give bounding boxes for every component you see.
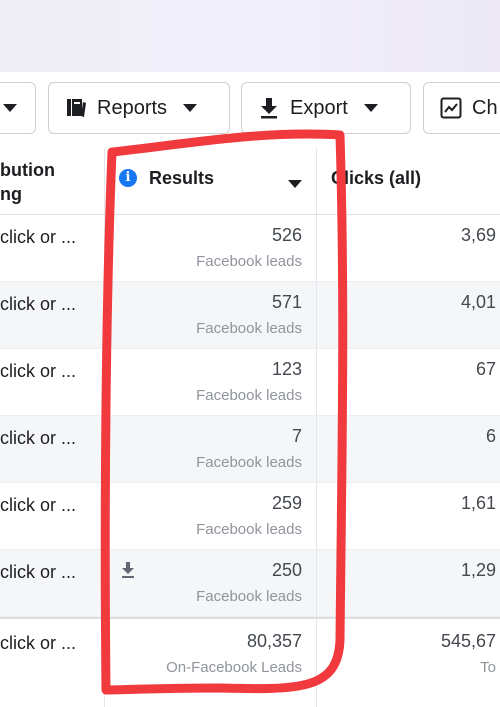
caret-down-icon (3, 104, 17, 112)
table-row[interactable]: click or ... 571 Facebook leads 4,01 (0, 282, 500, 349)
clicks-value: 1,61 (460, 493, 496, 513)
result-value: 250 (271, 560, 302, 580)
toolbar: Reports Export Ch (0, 72, 500, 148)
result-type: Facebook leads (196, 454, 302, 471)
attribution-cell: click or ... (0, 562, 77, 582)
header-results[interactable]: i Results (104, 148, 317, 214)
dropdown-button[interactable] (0, 82, 36, 134)
attribution-cell: click or ... (0, 361, 77, 381)
attribution-cell: click or ... (0, 227, 77, 247)
header-clicks-label: Clicks (all) (331, 168, 422, 188)
header-clicks[interactable]: Clicks (all) (317, 148, 500, 214)
result-type: Facebook leads (196, 387, 302, 404)
result-type: Facebook leads (196, 253, 302, 270)
chart-label: Ch (472, 96, 498, 119)
table-row[interactable]: click or ... 123 Facebook leads 67 (0, 349, 500, 416)
total-clicks-sub: To (480, 659, 496, 676)
result-type: Facebook leads (196, 320, 302, 337)
total-attribution: click or ... (0, 633, 77, 653)
reports-button[interactable]: Reports (48, 82, 230, 134)
line-chart-icon (440, 97, 462, 119)
result-value: 526 (271, 225, 302, 245)
result-value: 259 (271, 493, 302, 513)
attribution-cell: click or ... (0, 294, 77, 314)
result-type: Facebook leads (196, 588, 302, 605)
export-label: Export (290, 96, 348, 119)
table-row[interactable]: click or ... 526 Facebook leads 3,69 (0, 215, 500, 282)
table-row[interactable]: click or ... 250 Facebook leads 1,29 (0, 550, 500, 617)
results-table: bution ng i Results Clicks (all) click o… (0, 148, 500, 707)
attribution-cell: click or ... (0, 428, 77, 448)
caret-down-icon (363, 104, 378, 112)
caret-down-icon (183, 104, 198, 112)
table-header: bution ng i Results Clicks (all) (0, 148, 500, 215)
download-icon (261, 98, 277, 119)
result-value: 571 (271, 292, 302, 312)
header-attribution[interactable]: bution ng (0, 148, 104, 214)
header-results-label: Results (149, 168, 215, 188)
total-result-type: On-Facebook Leads (166, 659, 302, 676)
total-row: click or ... 80,357 On-Facebook Leads 54… (0, 617, 500, 707)
table-row[interactable]: click or ... 259 Facebook leads 1,61 (0, 483, 500, 550)
clicks-value: 4,01 (460, 292, 496, 312)
clicks-value: 1,29 (460, 560, 496, 580)
sort-caret-icon[interactable] (288, 180, 302, 188)
total-result: 80,357 (246, 631, 302, 651)
download-icon[interactable] (121, 562, 135, 578)
clicks-value: 6 (485, 426, 496, 446)
info-icon[interactable]: i (119, 169, 137, 187)
reports-icon (67, 99, 86, 117)
header-attribution-line1: bution (0, 160, 55, 180)
header-attribution-line2: ng (0, 184, 22, 204)
result-value: 7 (291, 426, 302, 446)
clicks-value: 67 (475, 359, 496, 379)
attribution-cell: click or ... (0, 495, 77, 515)
chart-button[interactable]: Ch (423, 82, 500, 134)
result-type: Facebook leads (196, 521, 302, 538)
reports-label: Reports (97, 96, 168, 119)
total-clicks: 545,67 (440, 631, 496, 651)
table-row[interactable]: click or ... 7 Facebook leads 6 (0, 416, 500, 483)
export-button[interactable]: Export (241, 82, 411, 134)
result-value: 123 (271, 359, 302, 379)
top-banner (0, 0, 500, 72)
clicks-value: 3,69 (460, 225, 496, 245)
